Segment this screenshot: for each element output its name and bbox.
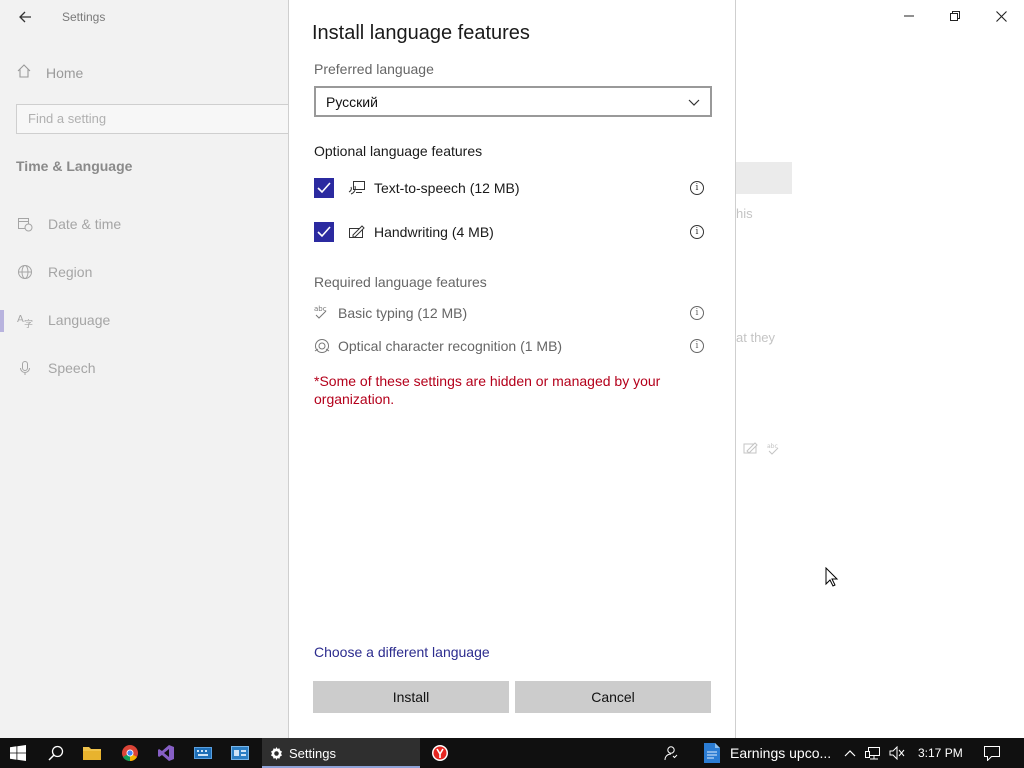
preferred-language-dropdown[interactable]: Русский: [314, 86, 712, 117]
required-features-heading: Required language features: [314, 274, 487, 290]
visual-studio-taskbar-button[interactable]: [150, 738, 182, 768]
info-icon[interactable]: i: [690, 306, 704, 320]
feature-label: Optical character recognition (1 MB): [338, 338, 563, 354]
control-panel-taskbar-button[interactable]: [224, 738, 256, 768]
minimize-button[interactable]: [886, 0, 932, 32]
info-icon[interactable]: i: [690, 339, 704, 353]
restore-button[interactable]: [932, 0, 978, 32]
action-center-button[interactable]: [978, 738, 1006, 768]
info-icon[interactable]: i: [690, 225, 704, 239]
choose-different-language-link[interactable]: Choose a different language: [314, 644, 490, 660]
back-arrow-icon[interactable]: [14, 6, 36, 28]
optional-features-heading: Optional language features: [314, 143, 483, 159]
preferred-language-value: Русский: [326, 93, 378, 110]
chrome-icon: [122, 745, 138, 761]
svg-text:A: A: [17, 314, 24, 325]
nav-selection-indicator: [0, 310, 4, 332]
settings-sidebar: Settings Home Find a setting Time & Lang…: [0, 0, 306, 738]
handwriting-icon: [743, 441, 759, 458]
text-to-speech-checkbox[interactable]: [314, 178, 334, 198]
managed-warning: *Some of these settings are hidden or ma…: [314, 373, 661, 407]
settings-taskbar-label: Settings: [289, 745, 336, 761]
background-button: [736, 162, 792, 194]
home-icon: [16, 63, 32, 82]
volume-button[interactable]: [886, 738, 908, 768]
svg-text:abc: abc: [767, 443, 778, 450]
required-basic-typing: abc Basic typing (12 MB) i: [314, 302, 712, 324]
section-heading: Time & Language: [16, 158, 133, 174]
background-text: his: [736, 206, 753, 221]
chevron-up-icon: [844, 750, 856, 757]
notification-icon: [984, 745, 1000, 761]
basic-typing-icon: abc: [766, 441, 782, 460]
nav-item-speech[interactable]: Speech: [16, 359, 95, 377]
nav-item-date-time[interactable]: Date & time: [16, 215, 121, 233]
chrome-taskbar-button[interactable]: [114, 738, 146, 768]
handwriting-checkbox[interactable]: [314, 222, 334, 242]
nav-item-label: Language: [48, 312, 111, 328]
yandex-taskbar-button[interactable]: [424, 738, 456, 768]
close-button[interactable]: [978, 0, 1024, 32]
nav-item-region[interactable]: Region: [16, 263, 92, 281]
settings-taskbar-button[interactable]: Settings: [262, 738, 420, 768]
dialog-title: Install language features: [312, 22, 530, 44]
ocr-icon: [314, 338, 330, 354]
feature-handwriting: Handwriting (4 MB) i: [314, 220, 712, 244]
search-taskbar-button[interactable]: [40, 738, 72, 768]
text-to-speech-icon: [348, 179, 366, 197]
news-label: Earnings upco...: [730, 745, 832, 761]
install-language-features-dialog: Install language features Preferred lang…: [288, 0, 736, 738]
keyboard-icon: [194, 747, 212, 759]
nav-item-label: Speech: [48, 360, 96, 376]
nav-item-label: Date & time: [48, 216, 122, 232]
mouse-cursor-icon: [825, 566, 839, 592]
network-button[interactable]: [862, 738, 884, 768]
taskbar: Settings Earnings upco... 3:17 PM: [0, 738, 1024, 768]
app-title: Settings: [62, 10, 106, 24]
language-icon: A字: [16, 311, 34, 329]
required-ocr: Optical character recognition (1 MB) i: [314, 335, 712, 357]
preferred-language-label: Preferred language: [314, 61, 434, 77]
screen: Settings Home Find a setting Time & Lang…: [0, 0, 1024, 768]
handwriting-icon: [348, 223, 366, 241]
svg-text:字: 字: [24, 318, 33, 328]
folder-icon: [83, 747, 101, 760]
windows-logo-icon: [10, 745, 26, 761]
feature-text-to-speech: Text-to-speech (12 MB) i: [314, 176, 712, 200]
people-icon: [664, 746, 678, 761]
nav-item-label: Region: [48, 264, 93, 280]
home-label: Home: [46, 64, 84, 81]
install-button[interactable]: Install: [313, 681, 509, 713]
control-panel-icon: [231, 746, 249, 760]
people-button[interactable]: [656, 738, 684, 768]
show-hidden-icons-button[interactable]: [840, 738, 860, 768]
network-icon: [865, 747, 880, 760]
feature-label: Basic typing (12 MB): [338, 305, 468, 321]
feature-label: Handwriting (4 MB): [374, 224, 494, 240]
gear-icon: [270, 746, 283, 760]
nav-item-language[interactable]: A字 Language: [16, 311, 110, 329]
chevron-down-icon: [688, 94, 700, 110]
yandex-browser-icon: [432, 745, 448, 761]
microphone-icon: [16, 359, 34, 377]
nav-home[interactable]: Home: [16, 63, 83, 82]
keyboard-taskbar-button[interactable]: [187, 738, 219, 768]
background-text: at they: [736, 330, 776, 345]
search-input[interactable]: Find a setting: [16, 104, 306, 134]
document-icon: [702, 742, 722, 764]
cancel-button[interactable]: Cancel: [515, 681, 711, 713]
news-taskbar-item[interactable]: Earnings upco...: [702, 738, 838, 768]
clock[interactable]: 3:17 PM: [918, 746, 963, 760]
file-explorer-taskbar-button[interactable]: [76, 738, 108, 768]
search-icon: [48, 745, 64, 761]
info-icon[interactable]: i: [690, 181, 704, 195]
volume-muted-icon: [889, 746, 905, 760]
calendar-clock-icon: [16, 215, 34, 233]
globe-icon: [16, 263, 34, 281]
feature-label: Text-to-speech (12 MB): [374, 180, 520, 196]
start-button[interactable]: [0, 738, 36, 768]
visual-studio-icon: [158, 745, 174, 761]
basic-typing-icon: abc: [314, 305, 330, 321]
